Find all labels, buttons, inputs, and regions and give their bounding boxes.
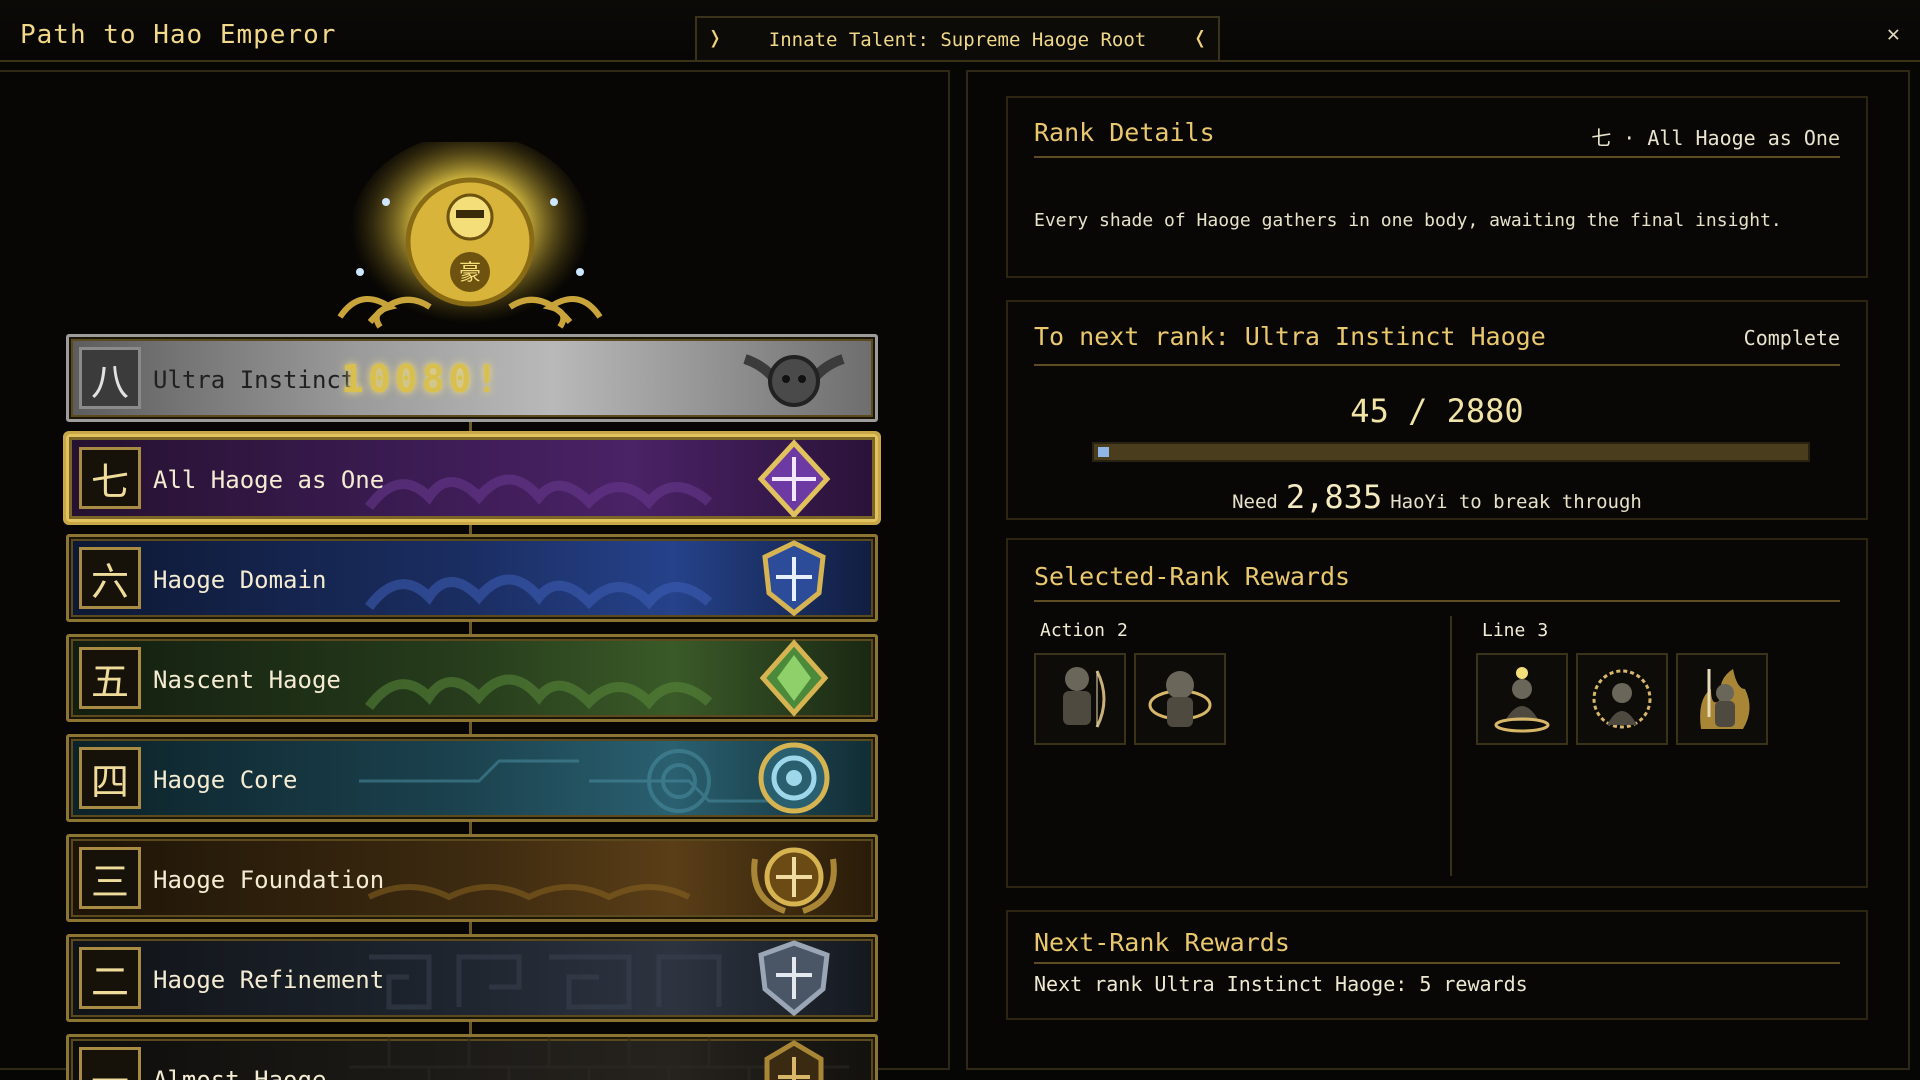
archer-character-icon <box>1063 667 1106 728</box>
winged-skull-badge-icon <box>743 354 845 407</box>
line-rewards: Line 3 <box>1476 620 1768 745</box>
rank-details-title: Rank Details <box>1034 118 1215 147</box>
need-amount: 2,835 <box>1285 478 1383 516</box>
next-rank-rewards-card: Next-Rank Rewards Next rank Ultra Instin… <box>1006 910 1868 1020</box>
progress-bar <box>1092 442 1810 462</box>
action-label: Action 2 <box>1040 620 1226 641</box>
progress-text: 45 / 2880 <box>1350 392 1524 430</box>
rank-name: Haoge Domain <box>153 566 327 594</box>
purple-star-badge-icon <box>757 439 831 517</box>
selected-rewards-title: Selected-Rank Rewards <box>1034 562 1351 591</box>
rank-list: 八 Ultra Instinct 10080! 七 All Haoge as O… <box>66 334 878 1080</box>
rank-numeral: 七 <box>79 447 141 509</box>
rank-row-6[interactable]: 六 Haoge Domain <box>66 534 878 622</box>
reward-item[interactable] <box>1476 653 1568 745</box>
next-rewards-summary: Next rank Ultra Instinct Haoge: 5 reward… <box>1034 972 1528 996</box>
rank-row-2[interactable]: 二 Haoge Refinement <box>66 934 878 1022</box>
rank-row-5[interactable]: 五 Nascent Haoge <box>66 634 878 722</box>
talent-label: Innate Talent: Supreme Haoge Root <box>768 29 1147 51</box>
progress-bar-fill <box>1098 447 1109 457</box>
divider <box>1034 156 1840 158</box>
top-bar: Path to Hao Emperor ❭ Innate Talent: Sup… <box>0 0 1920 62</box>
teal-orb-badge-icon <box>758 742 830 814</box>
flame-swordsman-icon <box>1700 669 1750 729</box>
green-gem-badge-icon <box>759 639 829 717</box>
rank-name: Haoge Foundation <box>153 866 385 894</box>
rank-details-panel: Rank Details 七 · All Haoge as One Every … <box>966 70 1910 1070</box>
rank-details-card: Rank Details 七 · All Haoge as One Every … <box>1006 96 1868 278</box>
bronze-emblem-badge-icon <box>764 1040 824 1080</box>
steel-shield-badge-icon <box>758 940 830 1017</box>
action-rewards: Action 2 <box>1034 620 1226 745</box>
rank-name: Haoge Refinement <box>153 966 385 994</box>
rank-row-7[interactable]: 七 All Haoge as One <box>66 434 878 522</box>
svg-text:豪: 豪 <box>459 261 481 286</box>
reward-item[interactable] <box>1576 653 1668 745</box>
selected-rank-rewards-card: Selected-Rank Rewards Action 2 Line 3 <box>1006 538 1868 888</box>
line-count: 3 <box>1537 620 1549 641</box>
meditating-monk-icon <box>1494 667 1550 733</box>
next-rank-title: To next rank: Ultra Instinct Haoge <box>1034 322 1546 351</box>
rank-name: Almost Haoge <box>153 1066 327 1080</box>
sun-halo-figure-icon <box>1592 669 1652 729</box>
rank-details-crumb: 七 · All Haoge as One <box>1591 126 1840 150</box>
rank-name: Haoge Core <box>153 766 298 794</box>
rank-numeral: 二 <box>79 947 141 1009</box>
action-label-text: Action <box>1040 620 1106 641</box>
bronze-laurel-badge-icon <box>751 847 837 914</box>
rank-numeral: 四 <box>79 747 141 809</box>
rank-numeral: 一 <box>79 1047 141 1080</box>
divider <box>1034 962 1840 964</box>
action-count: 2 <box>1117 620 1128 641</box>
line-label-text: Line <box>1482 620 1526 641</box>
need-prefix: Need <box>1232 491 1278 513</box>
next-rewards-title: Next-Rank Rewards <box>1034 928 1290 957</box>
hooded-spinner-icon <box>1148 671 1212 727</box>
blue-shield-badge-icon <box>762 540 826 617</box>
next-rank-card: To next rank: Ultra Instinct Haoge Compl… <box>1006 300 1868 520</box>
close-button[interactable]: ✕ <box>1887 22 1900 47</box>
talent-next-arrow-icon[interactable]: ❬ <box>1188 24 1212 52</box>
page-title: Path to Hao Emperor <box>20 20 337 50</box>
divider <box>1034 364 1840 366</box>
reward-column-divider <box>1450 616 1452 876</box>
emperor-emblem-icon: 豪 <box>337 142 603 334</box>
rank-row-4[interactable]: 四 Haoge Core <box>66 734 878 822</box>
rank-name: All Haoge as One <box>153 466 385 494</box>
talent-selector: ❭ Innate Talent: Supreme Haoge Root ❬ <box>695 16 1220 60</box>
game-screen: Path to Hao Emperor ❭ Innate Talent: Sup… <box>0 0 1920 1080</box>
rank-name: Nascent Haoge <box>153 666 341 694</box>
divider <box>1034 600 1840 602</box>
line-label: Line 3 <box>1482 620 1768 641</box>
breakthrough-requirement: Need 2,835 HaoYi to break through <box>1008 478 1866 516</box>
rank-row-8[interactable]: 八 Ultra Instinct 10080! <box>66 334 878 422</box>
rank-numeral: 五 <box>79 647 141 709</box>
rank-ladder-panel: 豪 八 Ultra Instinct 10080! 七 All Haoge as… <box>0 70 950 1080</box>
rank-name: Ultra Instinct <box>153 366 356 394</box>
rank-row-3[interactable]: 三 Haoge Foundation <box>66 834 878 922</box>
reward-item[interactable] <box>1034 653 1126 745</box>
next-rank-status: Complete <box>1743 326 1840 350</box>
rank-numeral: 三 <box>79 847 141 909</box>
reward-item[interactable] <box>1676 653 1768 745</box>
rank-numeral: 八 <box>79 347 141 409</box>
rank-row-1[interactable]: 一 Almost Haoge <box>66 1034 878 1080</box>
need-suffix: HaoYi to break through <box>1390 491 1642 513</box>
rank-numeral: 六 <box>79 547 141 609</box>
rank-description: Every shade of Haoge gathers in one body… <box>1034 210 1782 231</box>
reward-item[interactable] <box>1134 653 1226 745</box>
rank-score: 10080! <box>341 357 503 401</box>
